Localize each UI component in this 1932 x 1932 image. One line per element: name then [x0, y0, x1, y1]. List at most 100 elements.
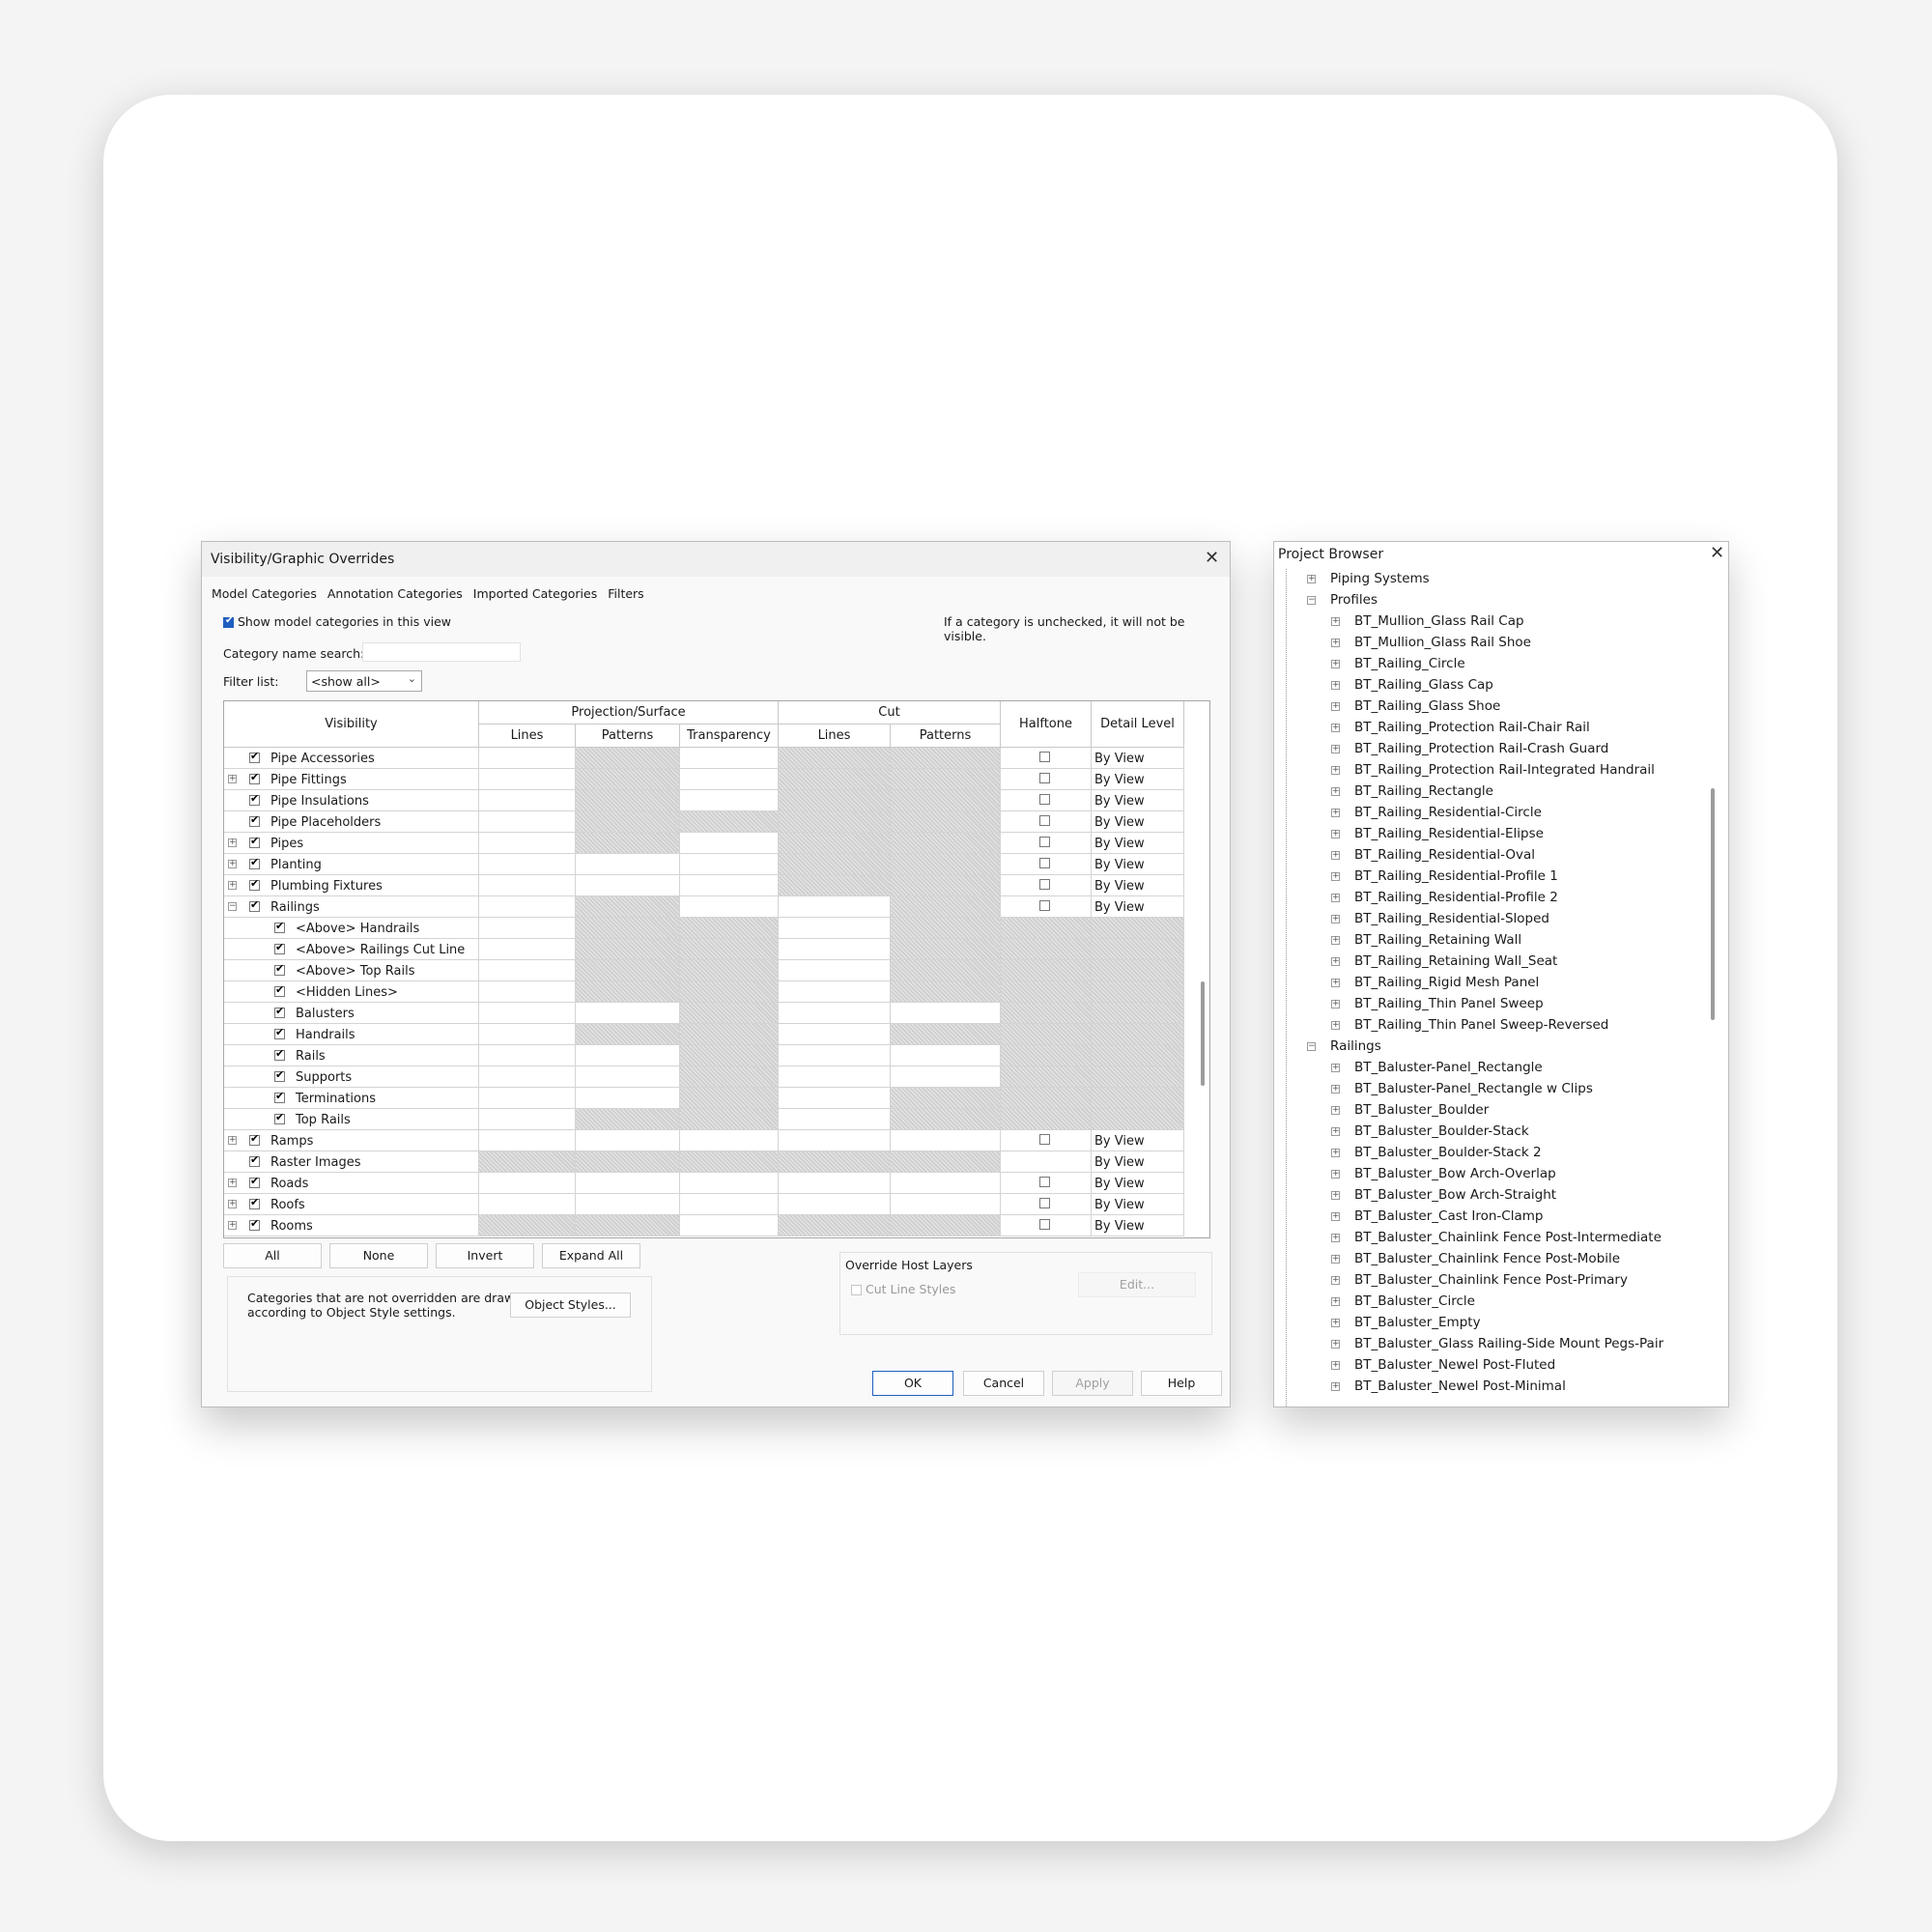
visibility-checkbox[interactable] [274, 962, 285, 976]
transparency-cell[interactable] [680, 1130, 779, 1151]
expand-icon[interactable]: + [1331, 830, 1340, 838]
expand-icon[interactable]: + [228, 860, 237, 868]
table-scrollbar[interactable] [1201, 981, 1205, 1086]
tree-item[interactable]: + BT_Baluster_Empty [1274, 1313, 1699, 1334]
projection-lines-cell[interactable] [479, 896, 576, 918]
collapse-icon[interactable]: − [1307, 1042, 1316, 1051]
halftone-checkbox[interactable] [1039, 879, 1050, 890]
halftone-checkbox[interactable] [1039, 900, 1050, 911]
halftone-checkbox[interactable] [1039, 1177, 1050, 1187]
expand-icon[interactable]: + [1331, 979, 1340, 987]
expand-icon[interactable]: + [228, 775, 237, 783]
expand-icon[interactable]: + [1331, 617, 1340, 626]
visibility-checkbox[interactable] [274, 1090, 285, 1103]
expand-icon[interactable]: + [1331, 1276, 1340, 1285]
transparency-cell[interactable] [680, 1215, 779, 1236]
cut-lines-cell[interactable] [779, 918, 891, 939]
expand-icon[interactable]: + [1331, 1021, 1340, 1030]
table-row[interactable]: + Ramps By View [224, 1130, 1190, 1151]
visibility-checkbox[interactable] [249, 771, 260, 784]
projection-patterns-cell[interactable] [576, 1173, 680, 1194]
expand-icon[interactable]: + [1331, 766, 1340, 775]
expand-icon[interactable]: + [1331, 1361, 1340, 1370]
halftone-checkbox[interactable] [1039, 1134, 1050, 1145]
cut-lines-cell[interactable] [779, 896, 891, 918]
expand-icon[interactable]: + [228, 1136, 237, 1145]
expand-all-button[interactable]: Expand All [542, 1243, 640, 1268]
expand-icon[interactable]: + [1331, 1255, 1340, 1264]
tree-item[interactable]: + BT_Railing_Retaining Wall_Seat [1274, 952, 1699, 973]
visibility-checkbox[interactable] [274, 1005, 285, 1018]
object-styles-button[interactable]: Object Styles... [510, 1293, 631, 1318]
visibility-checkbox[interactable] [249, 856, 260, 869]
table-row[interactable]: Rails [224, 1045, 1190, 1066]
tree-item[interactable]: + BT_Railing_Residential-Oval [1274, 845, 1699, 867]
filter-list-select[interactable]: <show all> ⌄ [306, 670, 422, 692]
visibility-checkbox[interactable] [249, 1175, 260, 1188]
visibility-checkbox[interactable] [274, 983, 285, 997]
cut-patterns-cell[interactable] [891, 1194, 1001, 1215]
table-row[interactable]: Pipe Placeholders By View [224, 811, 1190, 833]
expand-icon[interactable]: + [1331, 957, 1340, 966]
projection-patterns-cell[interactable] [576, 1088, 680, 1109]
projection-lines-cell[interactable] [479, 1109, 576, 1130]
tree-item[interactable]: + BT_Railing_Retaining Wall [1274, 930, 1699, 952]
cut-patterns-cell[interactable] [891, 1130, 1001, 1151]
tree-item[interactable]: + BT_Mullion_Glass Rail Cap [1274, 611, 1699, 633]
projection-patterns-cell[interactable] [576, 1066, 680, 1088]
close-icon[interactable]: ✕ [1710, 543, 1724, 563]
tree-item[interactable]: + BT_Railing_Glass Cap [1274, 675, 1699, 696]
expand-icon[interactable]: + [1331, 660, 1340, 668]
halftone-checkbox[interactable] [1039, 773, 1050, 783]
tree-item[interactable]: + BT_Railing_Glass Shoe [1274, 696, 1699, 718]
tree-item[interactable]: + BT_Baluster_Chainlink Fence Post-Interm… [1274, 1228, 1699, 1249]
detail-level-cell[interactable]: By View [1092, 769, 1184, 790]
expand-icon[interactable]: + [1331, 1297, 1340, 1306]
table-row[interactable]: Raster Images By View [224, 1151, 1190, 1173]
expand-icon[interactable]: + [1331, 1000, 1340, 1009]
detail-level-cell[interactable]: By View [1092, 833, 1184, 854]
halftone-checkbox[interactable] [1039, 752, 1050, 762]
projection-lines-cell[interactable] [479, 918, 576, 939]
cut-lines-cell[interactable] [779, 939, 891, 960]
none-button[interactable]: None [329, 1243, 428, 1268]
visibility-checkbox[interactable] [274, 1026, 285, 1039]
detail-level-cell[interactable]: By View [1092, 896, 1184, 918]
tree-item[interactable]: + BT_Railing_Thin Panel Sweep [1274, 994, 1699, 1015]
table-row[interactable]: + Planting By View [224, 854, 1190, 875]
expand-icon[interactable]: + [1331, 1106, 1340, 1115]
cut-lines-cell[interactable] [779, 1173, 891, 1194]
tree-group[interactable]: + Piping Systems [1274, 569, 1699, 590]
project-browser-scrollbar[interactable] [1711, 788, 1715, 1020]
projection-lines-cell[interactable] [479, 875, 576, 896]
visibility-checkbox[interactable] [274, 1047, 285, 1061]
expand-icon[interactable]: + [1331, 851, 1340, 860]
expand-icon[interactable]: + [228, 838, 237, 847]
tree-item[interactable]: + BT_Baluster_Chainlink Fence Post-Primar… [1274, 1270, 1699, 1292]
projection-patterns-cell[interactable] [576, 875, 680, 896]
projection-lines-cell[interactable] [479, 769, 576, 790]
expand-icon[interactable]: + [1331, 1085, 1340, 1094]
expand-icon[interactable]: + [1331, 1127, 1340, 1136]
halftone-checkbox[interactable] [1039, 858, 1050, 868]
tree-item[interactable]: + BT_Baluster_Bow Arch-Straight [1274, 1185, 1699, 1207]
tree-item[interactable]: + BT_Baluster_Newel Post-Minimal [1274, 1377, 1699, 1398]
tree-item[interactable]: + BT_Baluster_Glass Railing-Side Mount Pe… [1274, 1334, 1699, 1355]
expand-icon[interactable]: + [1331, 1149, 1340, 1157]
tree-item[interactable]: + BT_Baluster_Boulder-Stack [1274, 1122, 1699, 1143]
tree-item[interactable]: + BT_Railing_Residential-Sloped [1274, 909, 1699, 930]
cut-lines-cell[interactable] [779, 1109, 891, 1130]
visibility-checkbox[interactable] [274, 941, 285, 954]
tree-item[interactable]: + BT_Railing_Circle [1274, 654, 1699, 675]
tree-group[interactable]: − Profiles [1274, 590, 1699, 611]
halftone-checkbox[interactable] [1039, 794, 1050, 805]
visibility-checkbox[interactable] [274, 1111, 285, 1124]
projection-lines-cell[interactable] [479, 1130, 576, 1151]
halftone-cell[interactable] [1001, 896, 1092, 918]
halftone-checkbox[interactable] [1039, 815, 1050, 826]
projection-lines-cell[interactable] [479, 1045, 576, 1066]
halftone-checkbox[interactable] [1039, 1198, 1050, 1208]
cut-patterns-cell[interactable] [891, 1045, 1001, 1066]
table-row[interactable]: + Pipes By View [224, 833, 1190, 854]
expand-icon[interactable]: + [1331, 702, 1340, 711]
